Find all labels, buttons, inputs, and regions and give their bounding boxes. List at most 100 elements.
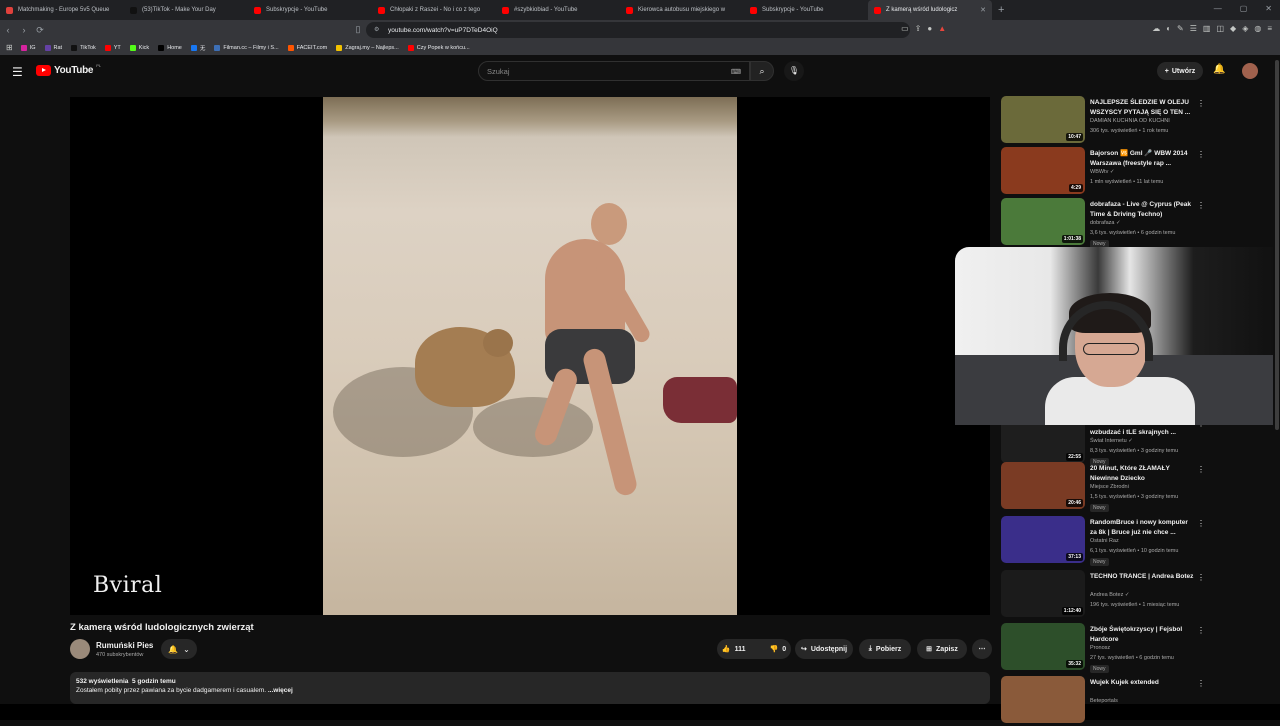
recommended-title[interactable]: Bajorson 🆚 Gml 🎤 WBW 2014 Warszawa (free… bbox=[1090, 149, 1194, 168]
address-bar[interactable]: ⚙ youtube.com/watch?v=uP7DTeD4OiQ bbox=[366, 22, 910, 38]
recommended-title[interactable]: RandomBruce i nowy komputer za 8k | Bruc… bbox=[1090, 518, 1194, 537]
save-button[interactable]: ⊞ Zapisz bbox=[917, 639, 967, 659]
youtube-logo[interactable]: YouTube PL bbox=[36, 63, 101, 76]
browser-tab[interactable]: Kierowca autobusu miejskiego w bbox=[620, 0, 744, 20]
recommended-channel[interactable]: Miejsce Zbrodni bbox=[1090, 484, 1129, 490]
video-thumbnail[interactable]: 1:01:38 bbox=[1001, 198, 1085, 245]
vpn-icon[interactable]: ◐ bbox=[1166, 24, 1171, 33]
recommended-video[interactable]: 20:46 20 Minut, Które ZŁAMAŁY Niewinne Dz… bbox=[1001, 462, 1211, 512]
extension-icon[interactable]: ● bbox=[927, 24, 932, 33]
reading-list-icon[interactable]: ☰ bbox=[1190, 24, 1197, 33]
recommended-video[interactable]: 10:47 NAJLEPSZE ŚLEDZIE W OLEJU WSZYSCY P… bbox=[1001, 96, 1211, 146]
channel-name[interactable]: Rumuński Pies bbox=[96, 641, 153, 650]
recommended-video[interactable]: Wujek Kujek extended Beteportals ⋮ bbox=[1001, 676, 1211, 726]
tab-close-icon[interactable]: ✕ bbox=[980, 6, 986, 14]
back-icon[interactable]: ‹ bbox=[0, 25, 16, 35]
browser-tab[interactable]: #szybkiobiad - YouTube bbox=[496, 0, 620, 20]
install-icon[interactable]: ▭ bbox=[901, 24, 909, 33]
cast-icon[interactable]: ☁ bbox=[1152, 24, 1160, 33]
more-vertical-icon[interactable]: ⋮ bbox=[1197, 465, 1205, 474]
download-button[interactable]: ⤓ Pobierz bbox=[859, 639, 911, 659]
bookmark-item[interactable]: Home bbox=[158, 44, 182, 52]
recommended-title[interactable]: 20 Minut, Które ZŁAMAŁY Niewinne Dziecko bbox=[1090, 464, 1194, 483]
recommended-video[interactable]: 37:13 RandomBruce i nowy komputer za 8k |… bbox=[1001, 516, 1211, 566]
dislike-button[interactable]: 👎 0 bbox=[762, 639, 795, 659]
bookmark-star-icon[interactable]: ▯ bbox=[350, 24, 366, 35]
bookmark-item[interactable]: YT bbox=[104, 44, 121, 52]
show-more-link[interactable]: ...więcej bbox=[268, 687, 293, 694]
menu-icon[interactable]: ≡ bbox=[1267, 24, 1272, 33]
recommended-title[interactable]: Wujek Kujek extended bbox=[1090, 678, 1194, 688]
site-info-icon[interactable]: ⚙ bbox=[374, 26, 379, 33]
recommended-title[interactable]: Zbóje Świętokrzyscy | Fejsbol Hardcore bbox=[1090, 625, 1194, 644]
video-thumbnail[interactable]: 10:47 bbox=[1001, 96, 1085, 143]
video-thumbnail[interactable]: 1:12:40 bbox=[1001, 570, 1085, 617]
recommended-video[interactable]: 1:01:38 dobrafaza - Live @ Cyprus (Peak T… bbox=[1001, 198, 1211, 248]
recommended-title[interactable]: NAJLEPSZE ŚLEDZIE W OLEJU WSZYSCY PYTAJĄ… bbox=[1090, 98, 1194, 117]
browser-tab[interactable]: Matchmaking - Europe 5v5 Queue bbox=[0, 0, 124, 20]
maximize-icon[interactable]: ▢ bbox=[1240, 4, 1248, 13]
apps-grid-icon[interactable]: ⊞ bbox=[6, 43, 13, 52]
recommended-channel[interactable]: Świat Internetu ✓ bbox=[1090, 438, 1133, 444]
video-thumbnail[interactable]: 4:29 bbox=[1001, 147, 1085, 194]
browser-tab[interactable]: Chłopaki z Raszei - No i co z tego bbox=[372, 0, 496, 20]
browser-tab[interactable]: Subskrypcje - YouTube bbox=[744, 0, 868, 20]
more-vertical-icon[interactable]: ⋮ bbox=[1197, 201, 1205, 210]
description-box[interactable]: 532 wyświetlenia 5 godzin temu Zostałem … bbox=[70, 672, 990, 704]
recommended-channel[interactable]: Andrea Botez ✓ bbox=[1090, 592, 1129, 598]
bookmark-item[interactable]: Czy Popek w końcu... bbox=[407, 44, 470, 52]
recommended-video[interactable]: 4:29 Bajorson 🆚 Gml 🎤 WBW 2014 Warszawa (… bbox=[1001, 147, 1211, 197]
share-button[interactable]: ↪ Udostępnij bbox=[795, 639, 853, 659]
video-thumbnail[interactable]: 20:46 bbox=[1001, 462, 1085, 509]
voice-search-button[interactable]: 🎙 bbox=[784, 61, 804, 81]
bookmark-item[interactable]: Filman.cc – Filmy i S... bbox=[214, 44, 279, 52]
keyboard-icon[interactable]: ⌨ bbox=[731, 68, 741, 76]
recommended-channel[interactable]: Pronosz bbox=[1090, 645, 1110, 651]
new-tab-button[interactable]: + bbox=[998, 4, 1004, 16]
profile-icon[interactable]: ◍ bbox=[1254, 24, 1261, 33]
video-thumbnail[interactable]: 35:32 bbox=[1001, 623, 1085, 670]
alert-icon[interactable]: ▲ bbox=[938, 24, 946, 33]
more-actions-button[interactable]: ⋯ bbox=[972, 639, 992, 659]
browser-tab[interactable]: (53)TikTok - Make Your Day bbox=[124, 0, 248, 20]
scrollbar-thumb[interactable] bbox=[1275, 60, 1279, 430]
sidebar-icon[interactable]: ▥ bbox=[1203, 24, 1211, 33]
more-vertical-icon[interactable]: ⋮ bbox=[1197, 573, 1205, 582]
bookmark-item[interactable]: IG bbox=[20, 44, 36, 52]
like-button[interactable]: 👍 111 bbox=[714, 639, 754, 659]
recommended-title[interactable]: TECHNO TRANCE | Andrea Botez bbox=[1090, 572, 1194, 582]
more-vertical-icon[interactable]: ⋮ bbox=[1197, 679, 1205, 688]
bookmark-item[interactable]: TikTok bbox=[71, 44, 96, 52]
share-page-icon[interactable]: ⇪ bbox=[915, 24, 922, 33]
split-icon[interactable]: ◫ bbox=[1216, 24, 1224, 33]
channel-avatar[interactable] bbox=[70, 639, 90, 659]
search-input[interactable]: Szukaj ⌨ bbox=[478, 61, 750, 81]
recommended-title[interactable]: dobrafaza - Live @ Cyprus (Peak Time & D… bbox=[1090, 200, 1194, 219]
create-button[interactable]: + Utwórz bbox=[1157, 62, 1203, 80]
bookmark-item[interactable]: 无 bbox=[190, 44, 205, 52]
minimize-icon[interactable]: — bbox=[1214, 4, 1222, 13]
bookmark-item[interactable]: Rat bbox=[44, 44, 62, 52]
search-button[interactable]: ⌕ bbox=[750, 61, 774, 81]
video-thumbnail[interactable] bbox=[1001, 676, 1085, 723]
recommended-video[interactable]: 35:32 Zbóje Świętokrzyscy | Fejsbol Hardc… bbox=[1001, 623, 1211, 673]
wallet-icon[interactable]: ◆ bbox=[1230, 24, 1236, 33]
more-vertical-icon[interactable]: ⋮ bbox=[1197, 99, 1205, 108]
subscription-notification-button[interactable]: 🔔 ⌄ bbox=[161, 639, 197, 659]
more-vertical-icon[interactable]: ⋮ bbox=[1197, 150, 1205, 159]
bookmark-item[interactable]: Kick bbox=[129, 44, 149, 52]
recommended-channel[interactable]: DAMIAN KUCHNIA OD KUCHNI bbox=[1090, 118, 1170, 124]
notifications-bell-icon[interactable]: 🔔 bbox=[1213, 64, 1225, 75]
bookmark-item[interactable]: Zagraj.my – Najleps... bbox=[336, 44, 399, 52]
reload-icon[interactable]: ⟳ bbox=[32, 25, 48, 36]
recommended-channel[interactable]: Beteportals bbox=[1090, 698, 1118, 704]
page-scrollbar[interactable] bbox=[1275, 60, 1279, 700]
recommended-video[interactable]: 1:12:40 TECHNO TRANCE | Andrea Botez Andre… bbox=[1001, 570, 1211, 620]
browser-tab[interactable]: Z kamerą wśród ludologicz ✕ bbox=[868, 0, 992, 20]
account-avatar[interactable] bbox=[1242, 63, 1258, 79]
recommended-channel[interactable]: WBWtv ✓ bbox=[1090, 169, 1114, 175]
hamburger-menu-icon[interactable]: ☰ bbox=[12, 65, 23, 79]
puzzle-icon[interactable]: ✎ bbox=[1177, 24, 1184, 33]
recommended-channel[interactable]: dobrafaza ✓ bbox=[1090, 220, 1121, 226]
more-vertical-icon[interactable]: ⋮ bbox=[1197, 626, 1205, 635]
